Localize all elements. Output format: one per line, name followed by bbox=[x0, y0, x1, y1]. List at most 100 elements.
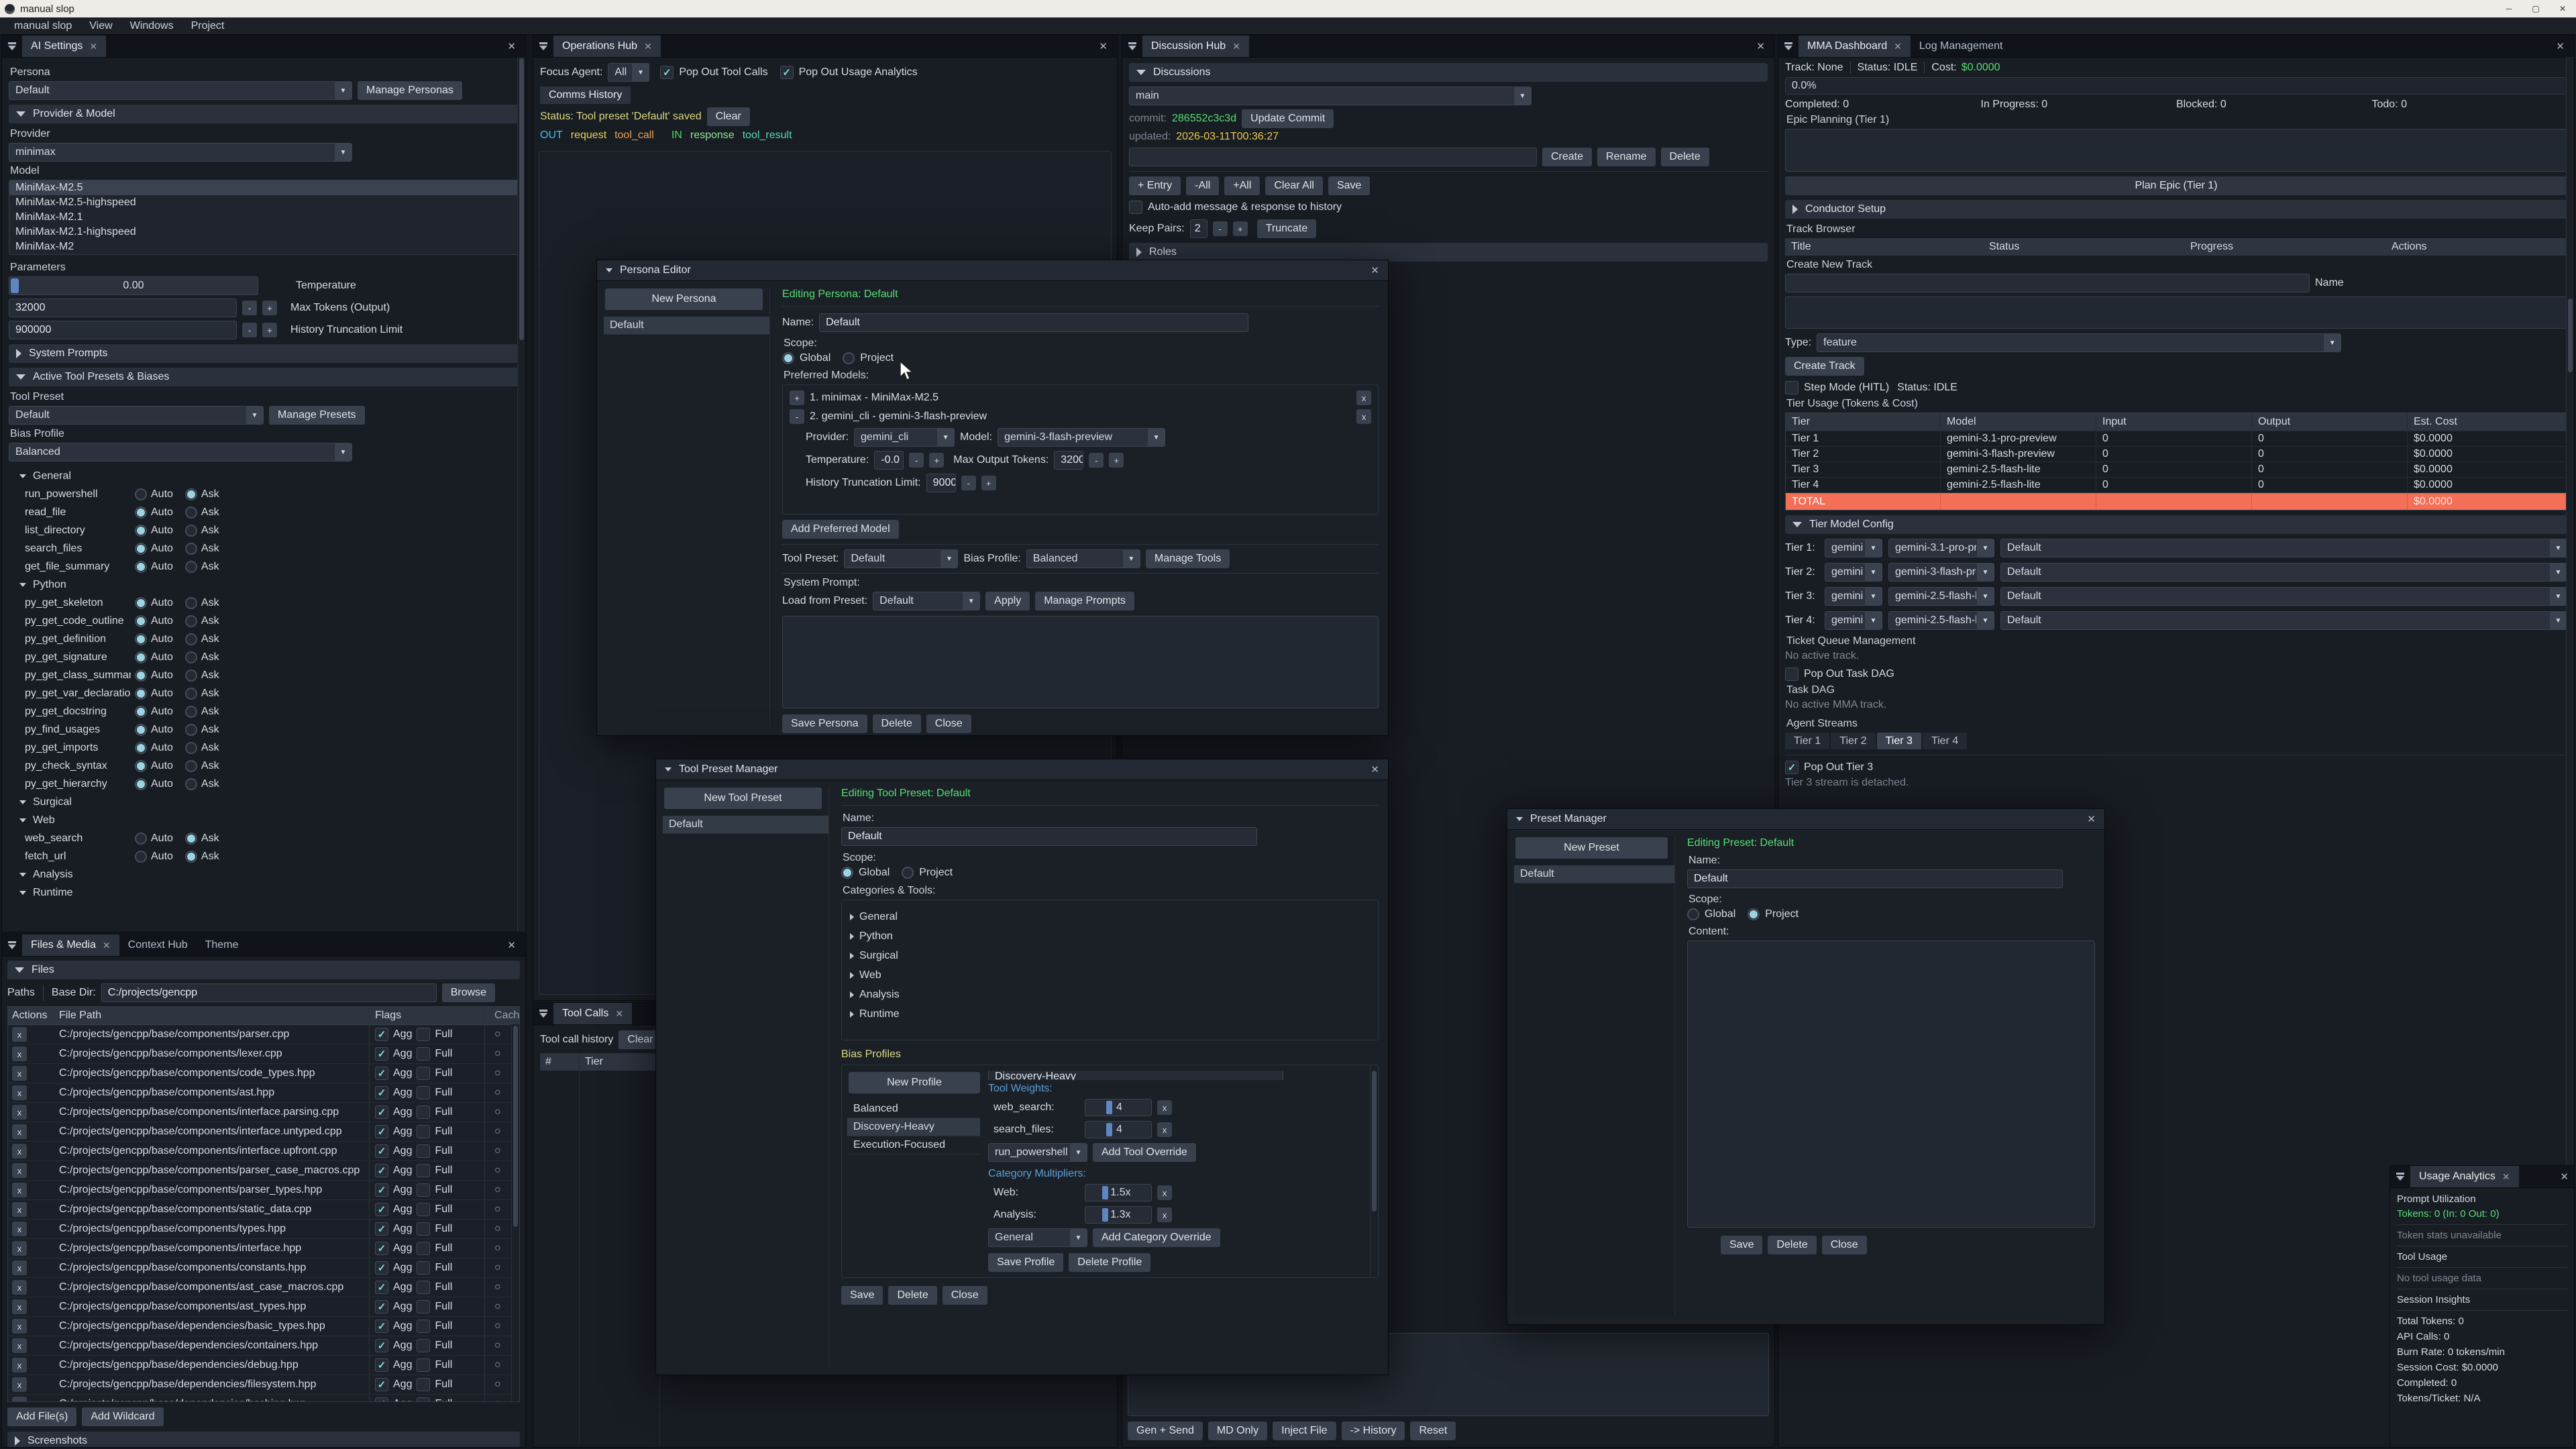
dialog-title-bar[interactable]: Preset Manager ✕ bbox=[1507, 809, 2104, 830]
close-icon[interactable]: ✕ bbox=[103, 940, 111, 951]
multiplier-slider[interactable]: 1.3x bbox=[1085, 1206, 1152, 1224]
radio-auto[interactable] bbox=[135, 633, 147, 645]
tab-mma-dashboard[interactable]: MMA Dashboard✕ bbox=[1799, 36, 1911, 57]
panel-close-icon[interactable]: ✕ bbox=[2555, 1171, 2574, 1183]
screenshots-section[interactable]: Screenshots bbox=[7, 1432, 520, 1448]
remove-file-button[interactable]: x bbox=[12, 1377, 27, 1392]
stream-tab[interactable]: Tier 1 bbox=[1785, 733, 1829, 749]
system-prompt-input[interactable] bbox=[782, 616, 1379, 708]
discussion-select[interactable]: main▼ bbox=[1129, 87, 1532, 105]
full-checkbox[interactable]: ✓ bbox=[417, 1378, 430, 1391]
radio-ask[interactable] bbox=[185, 597, 197, 609]
rename-button[interactable]: Rename bbox=[1597, 148, 1655, 166]
tier-preset-select[interactable]: Default▼ bbox=[2000, 611, 2567, 630]
radio-ask[interactable] bbox=[185, 543, 197, 555]
remove-file-button[interactable]: x bbox=[12, 1241, 27, 1256]
plan-epic-button[interactable]: Plan Epic (Tier 1) bbox=[1785, 176, 2567, 195]
chevron-down-icon[interactable] bbox=[19, 891, 26, 895]
decrement-button[interactable]: - bbox=[909, 453, 924, 468]
scope-project-radio[interactable] bbox=[902, 867, 914, 879]
radio-auto[interactable] bbox=[135, 851, 147, 863]
panel-menu-icon[interactable] bbox=[2390, 1166, 2410, 1187]
scrollbar[interactable] bbox=[517, 57, 525, 932]
panel-menu-icon[interactable] bbox=[533, 36, 553, 57]
panel-menu-icon[interactable] bbox=[1122, 36, 1142, 57]
close-icon[interactable]: ✕ bbox=[89, 41, 97, 52]
radio-auto[interactable] bbox=[135, 724, 147, 736]
close-button[interactable]: Close bbox=[943, 1286, 987, 1305]
popout-usage-checkbox[interactable]: ✓ bbox=[780, 66, 794, 79]
agg-checkbox[interactable]: ✓ bbox=[375, 1047, 388, 1061]
radio-auto[interactable] bbox=[135, 543, 147, 555]
remove-icon[interactable]: x bbox=[1157, 1100, 1172, 1115]
tab-usage-analytics[interactable]: Usage Analytics✕ bbox=[2410, 1166, 2519, 1187]
category-row[interactable]: Analysis bbox=[850, 985, 1370, 1004]
add-category-override-button[interactable]: Add Category Override bbox=[1093, 1228, 1220, 1247]
radio-ask[interactable] bbox=[185, 742, 197, 754]
agg-checkbox[interactable]: ✓ bbox=[375, 1203, 388, 1216]
panel-close-icon[interactable]: ✕ bbox=[498, 40, 525, 52]
focus-agent-select[interactable]: All▼ bbox=[608, 63, 649, 82]
remove-file-button[interactable]: x bbox=[12, 1027, 27, 1042]
radio-auto[interactable] bbox=[135, 615, 147, 627]
full-checkbox[interactable]: ✓ bbox=[417, 1125, 430, 1138]
close-icon[interactable]: ✕ bbox=[1371, 264, 1379, 276]
create-button[interactable]: Create bbox=[1542, 148, 1592, 166]
collapse-icon[interactable] bbox=[1516, 817, 1523, 821]
delete-button[interactable]: Delete bbox=[888, 1286, 936, 1305]
max-output-input[interactable]: 32000 bbox=[1054, 451, 1083, 470]
preset-list-item[interactable]: Default bbox=[1514, 865, 1674, 883]
full-checkbox[interactable]: ✓ bbox=[417, 1242, 430, 1255]
conductor-setup-section[interactable]: Conductor Setup bbox=[1785, 200, 2567, 219]
category-row[interactable]: Surgical bbox=[850, 946, 1370, 965]
agg-checkbox[interactable]: ✓ bbox=[375, 1183, 388, 1197]
remove-file-button[interactable]: x bbox=[12, 1144, 27, 1159]
tier-preset-select[interactable]: Default▼ bbox=[2000, 563, 2567, 582]
panel-menu-icon[interactable] bbox=[533, 1003, 553, 1024]
radio-ask[interactable] bbox=[185, 724, 197, 736]
preferred-model-select[interactable]: gemini-3-flash-preview▼ bbox=[998, 428, 1165, 447]
increment-button[interactable]: + bbox=[262, 323, 277, 337]
chevron-down-icon[interactable] bbox=[19, 474, 26, 478]
bias-profile-item[interactable]: Balanced bbox=[847, 1100, 980, 1118]
tool-preset-select[interactable]: Default▼ bbox=[844, 549, 958, 568]
full-checkbox[interactable]: ✓ bbox=[417, 1397, 430, 1402]
chevron-down-icon[interactable] bbox=[19, 583, 26, 587]
preset-name-input[interactable]: Default bbox=[1687, 869, 2063, 888]
new-profile-button[interactable]: New Profile bbox=[849, 1072, 980, 1093]
agg-checkbox[interactable]: ✓ bbox=[375, 1300, 388, 1313]
menu-item[interactable]: manual slop bbox=[5, 20, 80, 32]
radio-auto[interactable] bbox=[135, 706, 147, 718]
manage-prompts-button[interactable]: Manage Prompts bbox=[1035, 592, 1134, 610]
inject-file-button[interactable]: Inject File bbox=[1273, 1421, 1336, 1440]
epic-planning-input[interactable] bbox=[1785, 129, 2567, 172]
chevron-down-icon[interactable] bbox=[19, 873, 26, 877]
close-button[interactable]: Close bbox=[926, 714, 971, 733]
truncate-button[interactable]: Truncate bbox=[1257, 219, 1317, 238]
radio-ask[interactable] bbox=[185, 778, 197, 790]
tier-model-select[interactable]: gemini-3.1-pro-preview▼ bbox=[1888, 539, 1994, 557]
radio-auto[interactable] bbox=[135, 742, 147, 754]
add-preferred-model-button[interactable]: Add Preferred Model bbox=[782, 520, 899, 539]
manage-presets-button[interactable]: Manage Presets bbox=[269, 406, 365, 425]
remove-file-button[interactable]: x bbox=[12, 1319, 27, 1334]
radio-ask[interactable] bbox=[185, 561, 197, 573]
radio-auto[interactable] bbox=[135, 525, 147, 537]
increment-button[interactable]: + bbox=[981, 476, 996, 490]
load-preset-select[interactable]: Default▼ bbox=[873, 592, 980, 610]
preferred-provider-select[interactable]: gemini_cli▼ bbox=[854, 428, 955, 447]
tier-provider-select[interactable]: gemini▼ bbox=[1825, 587, 1882, 606]
panel-menu-icon[interactable] bbox=[2, 934, 22, 956]
create-track-button[interactable]: Create Track bbox=[1785, 357, 1864, 376]
category-row[interactable]: Runtime bbox=[850, 1004, 1370, 1024]
menu-item[interactable]: Project bbox=[182, 20, 233, 32]
agg-checkbox[interactable]: ✓ bbox=[375, 1378, 388, 1391]
agg-checkbox[interactable]: ✓ bbox=[375, 1144, 388, 1158]
remove-file-button[interactable]: x bbox=[12, 1260, 27, 1275]
delete-button[interactable]: Delete bbox=[1768, 1236, 1816, 1254]
roles-section[interactable]: Roles bbox=[1129, 243, 1768, 262]
remove-file-button[interactable]: x bbox=[12, 1183, 27, 1197]
base-dir-input[interactable]: C:/projects/gencpp bbox=[101, 983, 437, 1002]
tab-operations-hub[interactable]: Operations Hub✕ bbox=[553, 36, 661, 57]
tier-model-config-section[interactable]: Tier Model Config bbox=[1785, 515, 2567, 534]
